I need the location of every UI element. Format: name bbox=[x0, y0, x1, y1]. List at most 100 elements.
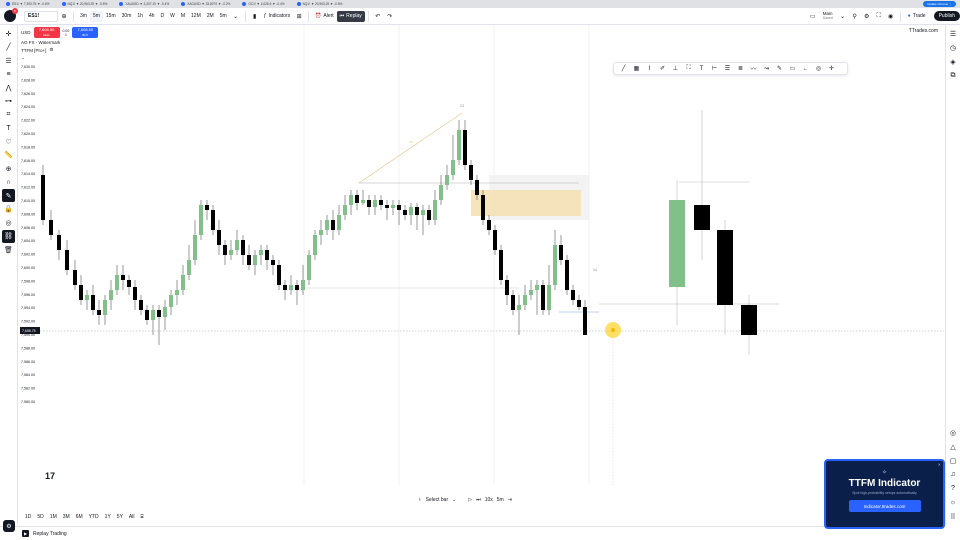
chevron-down-icon[interactable]: ⌄ bbox=[837, 11, 849, 22]
symbol-search-input[interactable]: ES1! bbox=[24, 10, 58, 22]
browser-tab[interactable]: GC1! ▼ 4,028.5 ▼ -0.4% bbox=[236, 0, 290, 8]
trend-line-icon[interactable]: ╱ bbox=[617, 63, 630, 74]
interval-w[interactable]: W bbox=[167, 11, 178, 22]
interval-4h[interactable]: 4h bbox=[146, 11, 158, 22]
snapshot-camera-icon[interactable]: ◉ bbox=[885, 11, 897, 22]
target-icon[interactable]: ◎ bbox=[948, 427, 959, 438]
lightbulb-icon[interactable]: ☼ bbox=[948, 497, 959, 508]
interval-m[interactable]: M bbox=[178, 11, 188, 22]
interval-15m[interactable]: 15m bbox=[103, 11, 119, 22]
replay-trading-tab[interactable]: Replay Trading bbox=[33, 531, 67, 537]
more-icon[interactable]: ✛ bbox=[825, 63, 838, 74]
layout-select-icon[interactable]: ▭ bbox=[807, 11, 819, 22]
align-center-icon[interactable]: ☰ bbox=[721, 63, 734, 74]
range-1d[interactable]: 1D bbox=[23, 514, 33, 520]
pyramid-icon[interactable]: △ bbox=[948, 441, 959, 452]
text-icon[interactable]: T bbox=[695, 63, 708, 74]
align-right-icon[interactable]: ≣ bbox=[734, 63, 747, 74]
alert-button[interactable]: ⏰ Alert bbox=[312, 11, 337, 22]
legend-collapse[interactable]: ⌄ bbox=[21, 55, 98, 61]
layers-icon[interactable]: ◈ bbox=[948, 56, 959, 67]
grid-apps-icon[interactable]: ⠿ bbox=[948, 511, 959, 522]
compare-plus-icon[interactable]: ⊕ bbox=[58, 11, 70, 22]
indicators-button[interactable]: ƒ Indicators bbox=[261, 11, 293, 22]
frame-icon[interactable]: ⛶ bbox=[682, 63, 695, 74]
browser-update-button[interactable]: Update Chrome ⋮ bbox=[922, 1, 956, 7]
interval-12m[interactable]: 12M bbox=[188, 11, 204, 22]
chat-icon[interactable]: ▢ bbox=[948, 455, 959, 466]
templates-icon[interactable]: ⊞ bbox=[293, 11, 305, 22]
grid-icon[interactable]: ▦ bbox=[630, 63, 643, 74]
browser-tab[interactable]: XAUUSD ▼ 3,337.15 ▼ -0.4% bbox=[113, 0, 175, 8]
jump-to-realtime-icon[interactable]: ⇥ bbox=[508, 497, 512, 503]
buy-button[interactable]: 7,608.50 BUY bbox=[72, 27, 99, 38]
dropdown-icon[interactable]: ⌄ bbox=[452, 497, 456, 503]
settings-gear-icon[interactable]: ⚙ bbox=[49, 47, 53, 53]
range-6m[interactable]: 6M bbox=[74, 514, 85, 520]
pattern-icon[interactable]: ⋀ bbox=[2, 81, 15, 94]
browser-tab[interactable]: ES1! ▼ 7,393.75 ▼ -0.6% bbox=[0, 0, 56, 8]
chart-canvas[interactable]: 7,630.00 7,628.00 7,626.00 7,624.00 7,622.00… bbox=[19, 25, 944, 485]
price-chart[interactable]: 7,630.00 7,628.00 7,626.00 7,624.00 7,622.00… bbox=[19, 25, 944, 485]
alerts-clock-icon[interactable]: ◷ bbox=[948, 42, 959, 53]
interval-5m[interactable]: 5m bbox=[89, 10, 103, 22]
publish-button[interactable]: Publish bbox=[933, 11, 960, 21]
indicator-legend-row[interactable]: TTFM [Pro+] ⚙ bbox=[21, 47, 98, 53]
watchlist-icon[interactable]: ☰ bbox=[948, 28, 959, 39]
browser-tab[interactable]: XAGUSD ▼ 33.8270 ▼ -0.2% bbox=[175, 0, 236, 8]
trash-icon[interactable]: 🗑 bbox=[2, 243, 15, 256]
promo-cta-button[interactable]: Indicator.ttrades.com bbox=[848, 500, 921, 512]
interval-30m[interactable]: 30m bbox=[119, 11, 135, 22]
ruler-icon[interactable]: 📏 bbox=[2, 149, 15, 162]
trade-button[interactable]: ● Trade bbox=[904, 13, 930, 19]
goto-date-icon[interactable]: ⌸ bbox=[138, 514, 145, 520]
interval-1h[interactable]: 1h bbox=[134, 11, 146, 22]
candle-style-icon[interactable]: ▮ bbox=[249, 11, 261, 22]
link-icon[interactable]: ⛓ bbox=[2, 229, 15, 243]
user-avatar[interactable]: 6 bbox=[4, 8, 18, 22]
fullscreen-icon[interactable]: ⛶ bbox=[873, 11, 885, 22]
path-icon[interactable]: ↝ bbox=[760, 63, 773, 74]
layout-name[interactable]: Main Saved bbox=[823, 11, 833, 21]
replay-button[interactable]: ⏮ Replay bbox=[336, 10, 365, 22]
interval-d[interactable]: D bbox=[158, 11, 168, 22]
step-forward-icon[interactable]: ⏭ bbox=[476, 497, 481, 503]
fib-icon[interactable]: ⌇ bbox=[643, 63, 656, 74]
interval-select[interactable]: 5m bbox=[497, 497, 504, 503]
brush-icon[interactable]: ✐ bbox=[656, 63, 669, 74]
wave-icon[interactable]: 〰 bbox=[747, 63, 760, 74]
range-5d[interactable]: 5D bbox=[35, 514, 45, 520]
browser-tab[interactable]: NQ1! ▼ 20,963.25 ▼ -0.8% bbox=[291, 0, 349, 8]
comment-icon[interactable]: ▭ bbox=[786, 63, 799, 74]
help-icon[interactable]: ? bbox=[948, 483, 959, 494]
select-bar-icon[interactable]: ⊦ bbox=[419, 497, 422, 503]
pen-icon[interactable]: ✎ bbox=[773, 63, 786, 74]
interval-5m-alt[interactable]: 5m bbox=[217, 11, 230, 22]
pencil-icon[interactable]: ✎ bbox=[2, 189, 15, 202]
range-all[interactable]: All bbox=[127, 514, 137, 520]
redo-icon[interactable]: ↷ bbox=[384, 11, 396, 22]
eye-icon[interactable]: ◎ bbox=[2, 216, 15, 229]
quick-search-icon[interactable]: ⚲ bbox=[849, 11, 861, 22]
cross-icon[interactable]: ⊥ bbox=[669, 63, 682, 74]
text-icon[interactable]: T bbox=[2, 122, 15, 135]
settings-icon[interactable]: ◎ bbox=[812, 63, 825, 74]
apps-icon[interactable]: ⧉ bbox=[948, 70, 959, 81]
select-bar-button[interactable]: Select bar bbox=[426, 497, 449, 503]
close-icon[interactable]: ✕ bbox=[938, 462, 941, 467]
settings-gear-icon[interactable]: ⚙ bbox=[3, 520, 15, 532]
bell-icon[interactable]: ♫ bbox=[948, 469, 959, 480]
play-icon[interactable]: ▷ bbox=[468, 497, 472, 503]
speed-select[interactable]: 10x bbox=[485, 497, 493, 503]
trend-line-icon[interactable]: ╱ bbox=[2, 41, 15, 54]
indicator-legend-row[interactable]: AG FX - Watermark bbox=[21, 40, 98, 45]
sell-button[interactable]: 7,608.50 SELL bbox=[33, 27, 60, 38]
interval-3m[interactable]: 3m bbox=[77, 11, 90, 22]
interval-2m[interactable]: 2M bbox=[204, 11, 217, 22]
heart-icon[interactable]: ♡ bbox=[2, 135, 15, 148]
crosshair-icon[interactable]: ✛ bbox=[2, 27, 15, 40]
range-5y[interactable]: 5Y bbox=[115, 514, 125, 520]
browser-tab[interactable]: NQ1! ▼ 20,963.25 ▼ -0.8% bbox=[56, 0, 114, 8]
horizontal-lines-icon[interactable]: ☰ bbox=[2, 54, 15, 67]
chevron-down-icon[interactable]: ⌄ bbox=[230, 11, 242, 22]
